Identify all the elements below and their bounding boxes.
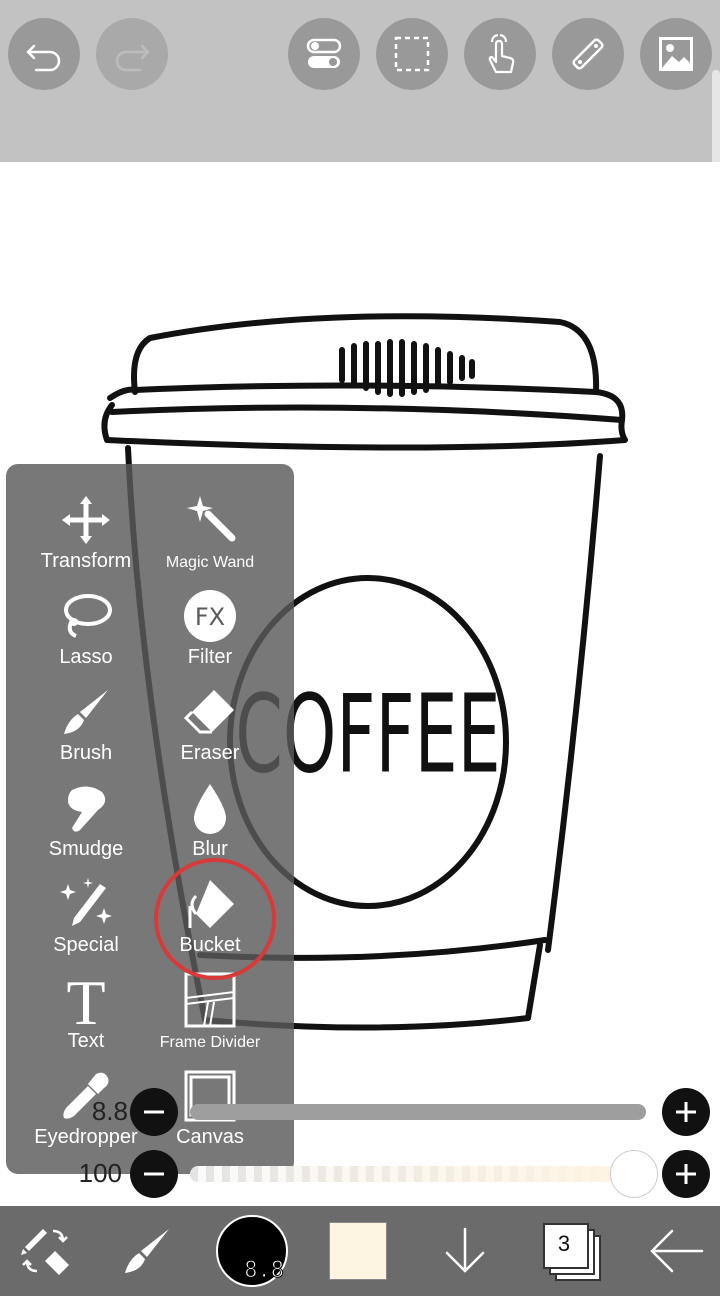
minus-icon — [144, 1110, 164, 1114]
tool-label: Smudge — [48, 838, 124, 860]
size-decrease-button[interactable] — [130, 1088, 178, 1136]
color-icon: 8.8 — [216, 1215, 288, 1287]
text-icon: T — [66, 972, 105, 1028]
image-icon — [659, 37, 693, 71]
transform-icon — [62, 496, 110, 544]
tool-label: Eraser — [180, 742, 240, 764]
top-toolbar — [0, 0, 720, 260]
eraser-icon — [183, 690, 234, 734]
opacity-decrease-button[interactable] — [130, 1150, 178, 1198]
brush-tool-button[interactable] — [112, 1206, 182, 1296]
tool-transform[interactable]: Transform — [21, 486, 151, 582]
tool-label: Filter — [187, 646, 233, 668]
back-button[interactable] — [640, 1206, 712, 1296]
tool-eraser[interactable]: Eraser — [145, 678, 275, 774]
svg-text:T: T — [66, 972, 105, 1028]
size-increase-button[interactable] — [662, 1088, 710, 1136]
brush-icon — [125, 1229, 169, 1273]
smudge-icon — [68, 786, 106, 832]
swap-tools-icon — [21, 1229, 69, 1275]
filter-icon: FX — [184, 590, 236, 642]
tool-label: Brush — [59, 742, 113, 764]
opacity-increase-button[interactable] — [662, 1150, 710, 1198]
tool-text[interactable]: T Text — [21, 966, 151, 1062]
image-button[interactable] — [640, 18, 712, 90]
toggles-button[interactable] — [288, 18, 360, 90]
bucket-highlight-circle — [154, 858, 276, 980]
opacity-value: 100 — [78, 1158, 122, 1188]
tool-label: Frame Divider — [159, 1034, 261, 1051]
gesture-icon — [488, 34, 515, 74]
tool-frame-divider[interactable]: Frame Divider — [145, 966, 275, 1062]
lasso-icon — [64, 594, 112, 638]
frame-divider-icon — [184, 972, 236, 1028]
undo-button[interactable] — [8, 18, 80, 90]
brush-size-label: 8.8 — [244, 1258, 285, 1284]
plus-icon — [676, 1164, 696, 1184]
plus-icon — [676, 1102, 696, 1122]
tool-lasso[interactable]: Lasso — [21, 582, 151, 678]
minus-icon — [144, 1172, 164, 1176]
opacity-slider-track[interactable] — [190, 1166, 630, 1182]
tool-brush[interactable]: Brush — [21, 678, 151, 774]
selection-icon — [394, 36, 430, 72]
secondary-color-button[interactable] — [328, 1206, 388, 1296]
tool-label: Special — [53, 934, 119, 956]
opacity-slider-row: 100 — [0, 1144, 720, 1204]
tool-blur[interactable]: Blur — [145, 774, 275, 870]
gesture-button[interactable] — [464, 18, 536, 90]
back-icon — [650, 1229, 704, 1273]
undo-icon — [26, 44, 61, 72]
selection-button[interactable] — [376, 18, 448, 90]
bottom-toolbar: 8.8 3 — [0, 1206, 720, 1296]
toggle-switches-icon — [306, 38, 342, 68]
move-down-button[interactable] — [430, 1206, 500, 1296]
brush-icon — [64, 690, 108, 734]
tool-label: Lasso — [59, 646, 113, 668]
blur-icon — [194, 784, 226, 834]
size-value: 8.8 — [91, 1096, 128, 1126]
move-down-icon — [445, 1227, 485, 1273]
tool-filter[interactable]: FX Filter — [145, 582, 275, 678]
tool-label: Magic Wand — [165, 554, 255, 571]
redo-icon — [115, 44, 150, 72]
size-slider-row: 8.8 — [0, 1082, 720, 1142]
layers-button[interactable]: 3 — [536, 1206, 606, 1296]
svg-text:FX: FX — [195, 603, 225, 631]
tool-label: Text — [67, 1030, 105, 1052]
redo-button[interactable] — [96, 18, 168, 90]
secondary-color-icon — [329, 1222, 387, 1280]
opacity-slider-thumb[interactable] — [610, 1150, 658, 1198]
layer-count: 3 — [557, 1231, 571, 1256]
ruler-icon — [572, 38, 604, 70]
layers-icon: 3 — [543, 1223, 601, 1281]
magic-wand-icon — [187, 496, 236, 542]
tool-label: Transform — [40, 550, 132, 572]
swap-tools-button[interactable] — [10, 1206, 80, 1296]
tool-special[interactable]: Special — [21, 870, 151, 966]
brush-size-color-button[interactable]: 8.8 — [214, 1206, 290, 1296]
tool-magic-wand[interactable]: Magic Wand — [145, 486, 275, 582]
ruler-button[interactable] — [552, 18, 624, 90]
tool-smudge[interactable]: Smudge — [21, 774, 151, 870]
special-icon — [60, 878, 112, 926]
size-slider-track[interactable] — [190, 1104, 646, 1120]
tool-panel: Transform Magic Wand Lasso FX Filter Bru… — [6, 464, 294, 1174]
